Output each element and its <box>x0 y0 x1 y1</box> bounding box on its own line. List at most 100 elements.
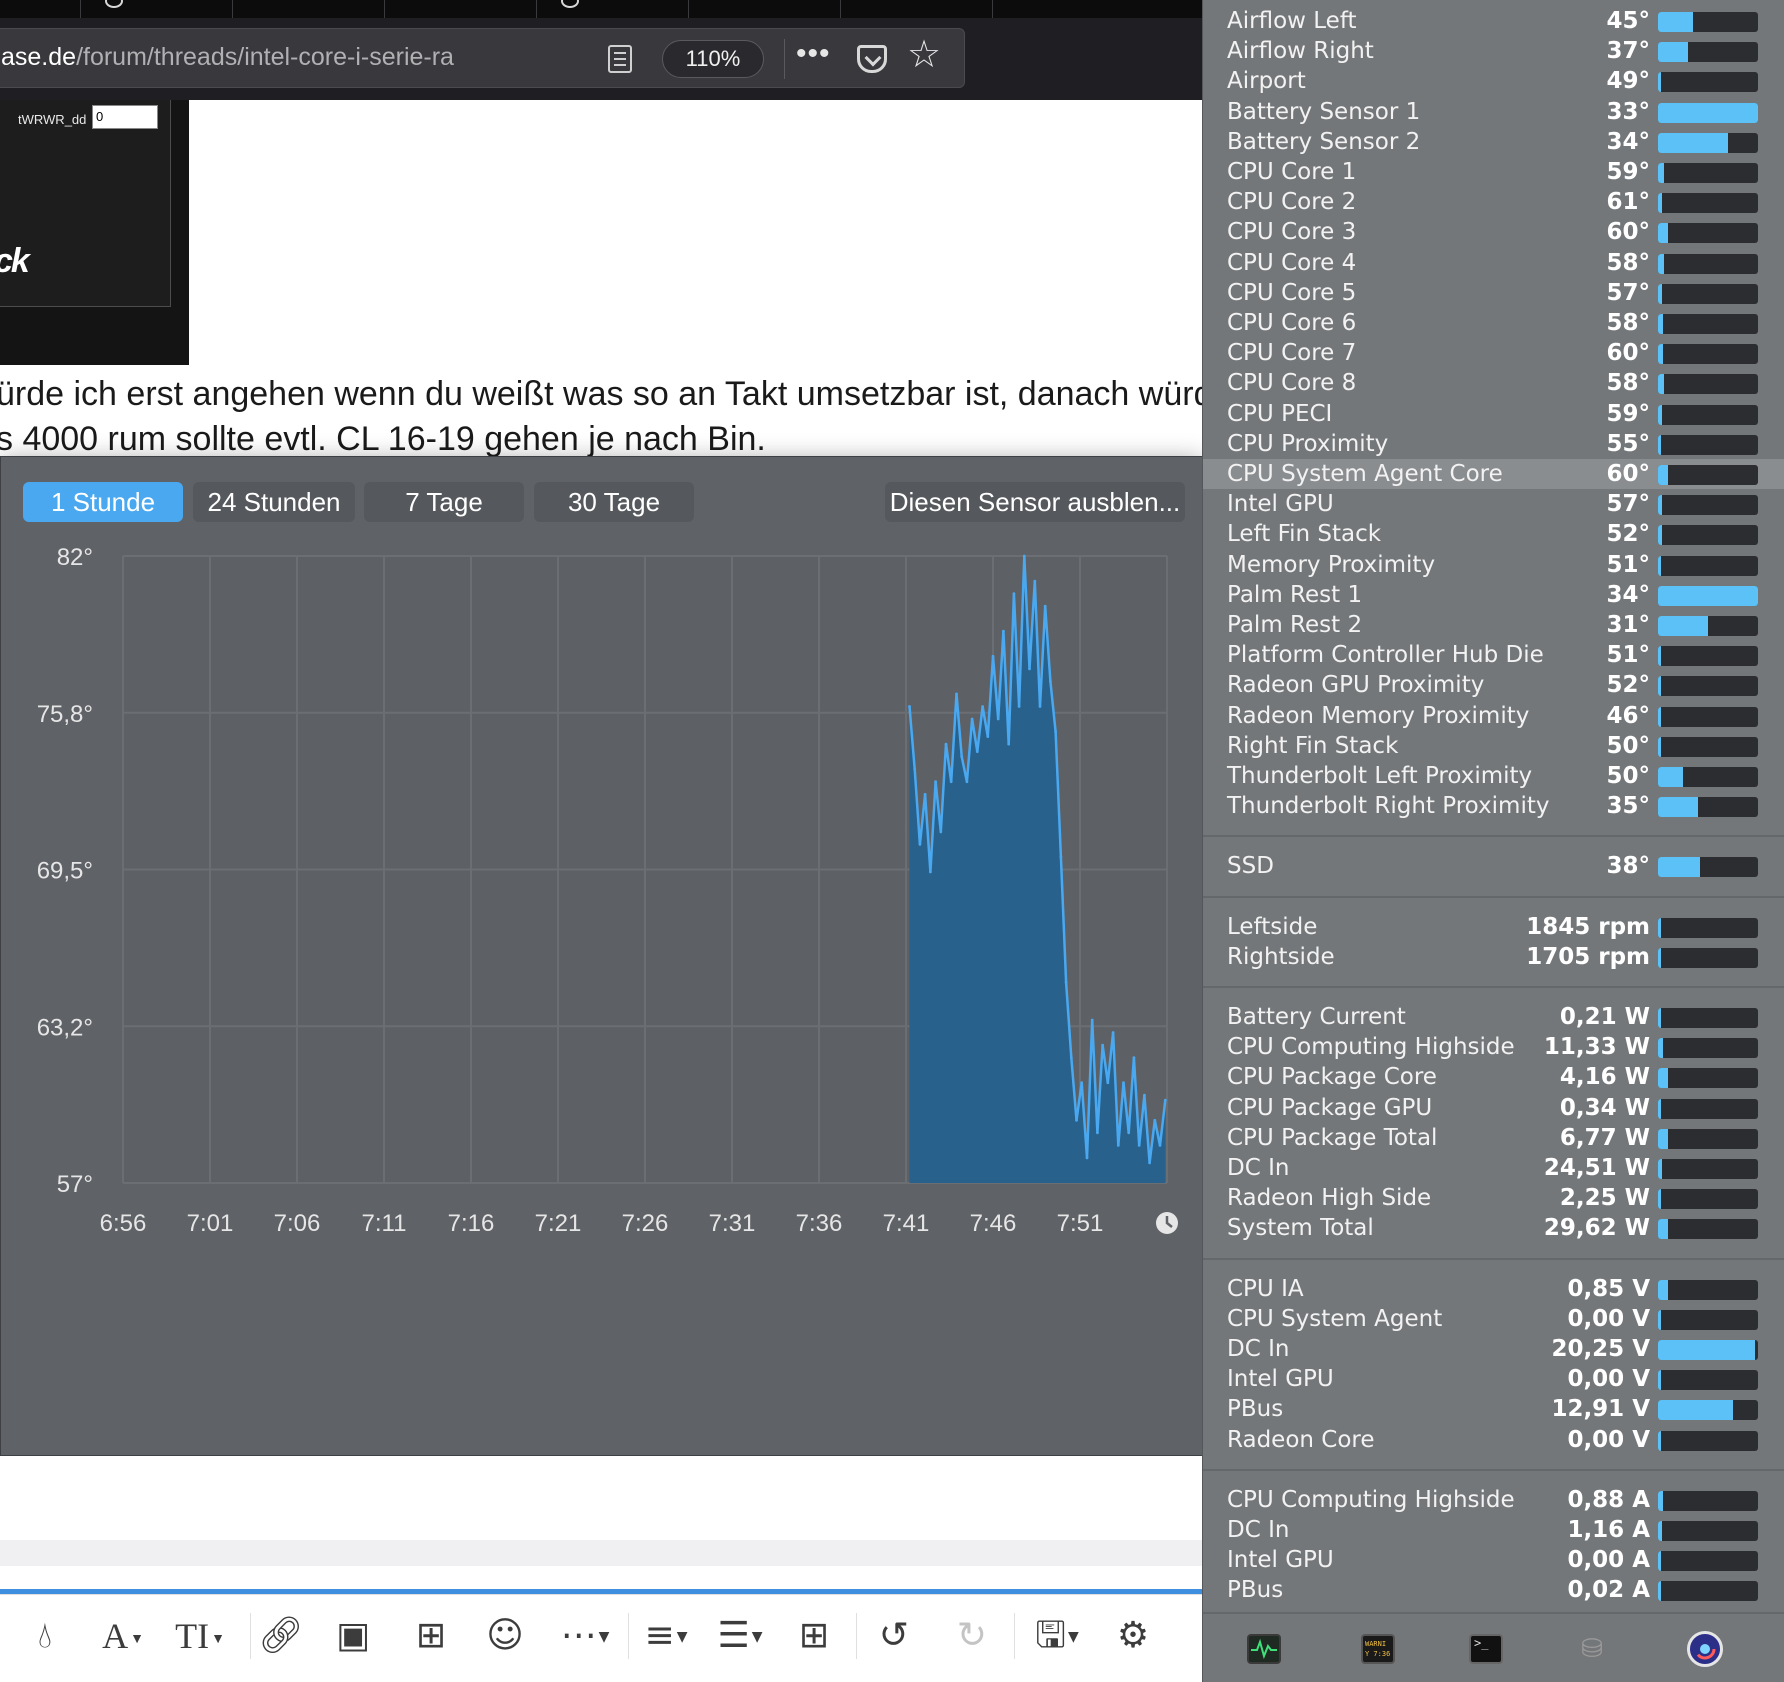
sensor-row[interactable]: CPU PECI 59° <box>1203 399 1784 429</box>
list-icon[interactable]: ☰ ▼ <box>708 1613 772 1659</box>
redo-icon[interactable]: ↻ <box>950 1613 994 1659</box>
sensor-row[interactable]: DC In 1,16 A <box>1203 1515 1784 1545</box>
console-warning-icon[interactable]: WARNI Y 7:36 <box>1361 1634 1395 1664</box>
data-point <box>1075 1118 1078 1122</box>
data-point <box>1116 1144 1120 1147</box>
data-point <box>1038 705 1042 708</box>
browser-tab[interactable] <box>688 0 840 18</box>
sensor-row[interactable]: Palm Rest 1 34° <box>1203 580 1784 610</box>
sensor-row[interactable]: CPU Core 8 58° <box>1203 368 1784 398</box>
link-icon[interactable]: 🔗︎ <box>258 1613 304 1659</box>
sensor-row[interactable]: CPU Package GPU 0,34 W <box>1203 1093 1784 1123</box>
sensor-row[interactable]: Radeon High Side 2,25 W <box>1203 1183 1784 1213</box>
sensor-value: 6,77 W <box>1559 1124 1650 1151</box>
sensor-row[interactable]: PBus 0,02 A <box>1203 1575 1784 1605</box>
sensor-row[interactable]: Intel GPU 0,00 V <box>1203 1364 1784 1394</box>
browser-tab[interactable] <box>232 0 384 18</box>
sensor-row[interactable]: Battery Sensor 1 33° <box>1203 97 1784 127</box>
disk-utility-icon[interactable]: ⛁ <box>1575 1634 1609 1664</box>
font-style-icon[interactable]: A ▼ <box>90 1613 156 1659</box>
emoji-icon[interactable]: ☺ <box>484 1613 526 1659</box>
zoom-level-badge[interactable]: 110% <box>662 40 764 78</box>
sensor-row[interactable]: Leftside 1845 rpm <box>1203 912 1784 942</box>
sensor-row[interactable]: Memory Proximity 51° <box>1203 550 1784 580</box>
range-tab-24h[interactable]: 24 Stunden <box>193 482 355 522</box>
sensor-row[interactable]: Rightside 1705 rpm <box>1203 942 1784 972</box>
sensor-name: Left Fin Stack <box>1227 521 1382 548</box>
sensor-row[interactable]: CPU Core 5 57° <box>1203 278 1784 308</box>
sensor-row[interactable]: Thunderbolt Right Proximity 35° <box>1203 791 1784 821</box>
sensor-row[interactable]: CPU Computing Highside 11,33 W <box>1203 1032 1784 1062</box>
hide-sensor-button[interactable]: Diesen Sensor ausblen... <box>885 482 1185 522</box>
sensor-row[interactable]: CPU System Agent 0,00 V <box>1203 1304 1784 1334</box>
sensor-row[interactable]: Airport 49° <box>1203 66 1784 96</box>
sensor-row[interactable]: CPU Core 2 61° <box>1203 187 1784 217</box>
sensor-row[interactable]: Battery Current 0,21 W <box>1203 1002 1784 1032</box>
sensor-row[interactable]: CPU Proximity 55° <box>1203 429 1784 459</box>
sensor-row[interactable]: CPU Core 1 59° <box>1203 157 1784 187</box>
ink-drop-icon[interactable]: 💧︎ <box>24 1613 66 1659</box>
sensor-level-bar <box>1658 434 1758 455</box>
pocket-icon[interactable] <box>857 45 887 73</box>
sensor-row[interactable]: Battery Sensor 2 34° <box>1203 127 1784 157</box>
terminal-icon[interactable]: >_ <box>1469 1634 1503 1664</box>
undo-icon[interactable]: ↺ <box>872 1613 916 1659</box>
sensor-row[interactable]: Palm Rest 2 31° <box>1203 610 1784 640</box>
save-draft-icon[interactable]: 🖫︎ ▼ <box>1024 1613 1090 1659</box>
more-options-icon[interactable]: ⋯ ▼ <box>552 1613 618 1659</box>
sensor-row[interactable]: CPU Core 6 58° <box>1203 308 1784 338</box>
activity-monitor-icon[interactable] <box>1247 1634 1281 1664</box>
url-bar[interactable]: ase.de/forum/threads/intel-core-i-serie-… <box>0 28 965 88</box>
sensor-level-bar <box>1658 1490 1758 1511</box>
sensor-row[interactable]: Radeon Memory Proximity 46° <box>1203 701 1784 731</box>
sensor-value: 24,51 W <box>1543 1155 1650 1181</box>
sensor-name: Radeon Core <box>1227 1426 1375 1453</box>
browser-tab[interactable] <box>992 0 1144 18</box>
sensor-row[interactable]: Radeon GPU Proximity 52° <box>1203 670 1784 700</box>
sensor-row[interactable]: System Total 29,62 W <box>1203 1213 1784 1243</box>
sensor-row[interactable]: Left Fin Stack 52° <box>1203 519 1784 549</box>
sensor-row[interactable]: SSD 38° <box>1203 851 1784 881</box>
range-tab-7d[interactable]: 7 Tage <box>364 482 524 522</box>
image-icon[interactable]: ▣ <box>332 1613 374 1659</box>
sensor-row[interactable]: Radeon Core 0,00 V <box>1203 1425 1784 1455</box>
sensor-row[interactable]: Airflow Right 37° <box>1203 36 1784 66</box>
sensor-row[interactable]: CPU Core 7 60° <box>1203 338 1784 368</box>
sensor-row[interactable]: Right Fin Stack 50° <box>1203 731 1784 761</box>
page-actions-icon[interactable]: ••• <box>796 37 831 71</box>
sensor-row[interactable]: Platform Controller Hub Die 51° <box>1203 640 1784 670</box>
browser-tab[interactable] <box>384 0 536 18</box>
sensor-row[interactable]: Thunderbolt Left Proximity 50° <box>1203 761 1784 791</box>
sensor-level-fill <box>1658 1279 1668 1300</box>
font-size-icon[interactable]: TI ▼ <box>166 1613 234 1659</box>
align-icon[interactable]: ≡ ▼ <box>634 1613 698 1659</box>
sensor-row[interactable]: CPU Package Total 6,77 W <box>1203 1123 1784 1153</box>
reader-view-icon[interactable] <box>608 45 632 73</box>
browser-tab[interactable] <box>536 0 688 18</box>
sensor-row[interactable]: CPU Package Core 4,16 W <box>1203 1062 1784 1092</box>
range-tab-30d[interactable]: 30 Tage <box>534 482 694 522</box>
settings-gear-icon[interactable]: ⚙ <box>1110 1613 1156 1659</box>
video-icon[interactable]: ⊞ <box>408 1613 454 1659</box>
sensor-row[interactable]: Intel GPU 0,00 A <box>1203 1545 1784 1575</box>
sensor-row[interactable]: DC In 24,51 W <box>1203 1153 1784 1183</box>
range-tab-1h[interactable]: 1 Stunde <box>23 482 183 522</box>
sensor-row[interactable]: PBus 12,91 V <box>1203 1394 1784 1424</box>
sensor-row[interactable]: Airflow Left 45° <box>1203 6 1784 36</box>
sensor-row[interactable]: CPU Core 4 58° <box>1203 248 1784 278</box>
sensor-row[interactable]: CPU System Agent Core 60° <box>1203 459 1784 489</box>
sensor-row[interactable]: Intel GPU 57° <box>1203 489 1784 519</box>
post-line: s 4000 rum sollte evtl. CL 16-19 gehen j… <box>0 420 766 458</box>
istat-menus-icon[interactable] <box>1687 1631 1723 1667</box>
table-icon[interactable]: ⊞ <box>792 1613 836 1659</box>
sensor-row[interactable]: CPU IA 0,85 V <box>1203 1274 1784 1304</box>
sensor-row[interactable]: CPU Core 3 60° <box>1203 217 1784 247</box>
bookmark-star-icon[interactable]: ☆ <box>907 35 941 73</box>
url-text[interactable]: ase.de/forum/threads/intel-core-i-serie-… <box>1 43 541 72</box>
browser-tab[interactable] <box>840 0 992 18</box>
browser-tab[interactable] <box>80 0 232 18</box>
sensor-row[interactable]: DC In 20,25 V <box>1203 1334 1784 1364</box>
sensor-level-fill <box>1658 736 1661 757</box>
sensor-row[interactable]: CPU Computing Highside 0,88 A <box>1203 1485 1784 1515</box>
sensor-level-bar <box>1658 1279 1758 1300</box>
